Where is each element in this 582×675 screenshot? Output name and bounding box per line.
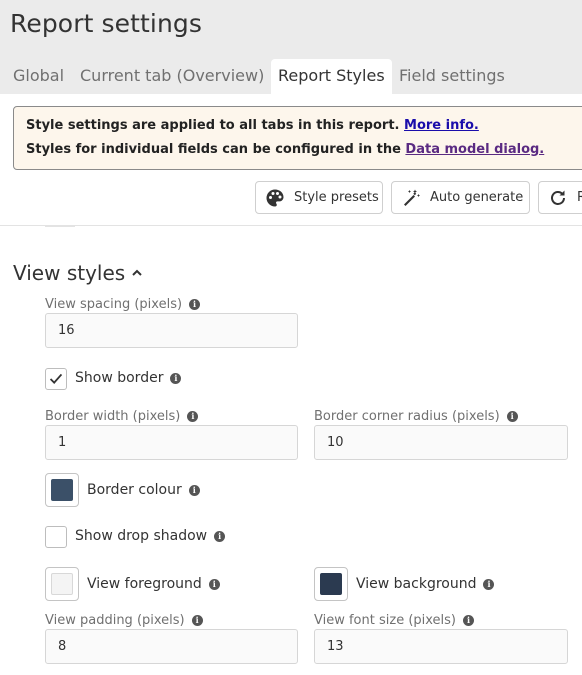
view-styles-title: View styles xyxy=(13,261,126,285)
divider-stub xyxy=(45,224,75,227)
info-icon[interactable]: i xyxy=(170,372,182,384)
reset-button[interactable]: R xyxy=(538,181,582,214)
palette-icon xyxy=(266,189,284,206)
border-width-label: Border width (pixels) i xyxy=(45,409,199,424)
auto-generate-button[interactable]: Auto generate xyxy=(391,181,530,214)
view-font-size-input[interactable]: 13 xyxy=(314,629,568,664)
more-info-link[interactable]: More info. xyxy=(404,118,479,133)
check-icon xyxy=(49,373,63,384)
info-icon[interactable]: i xyxy=(189,299,201,310)
show-drop-shadow-checkbox[interactable] xyxy=(45,526,67,548)
view-foreground-fill xyxy=(51,573,73,595)
info-line-2: Styles for individual fields can be conf… xyxy=(26,142,545,157)
view-background-label: View background i xyxy=(356,576,495,592)
header: Report settings Global Current tab (Over… xyxy=(0,0,582,94)
style-presets-button[interactable]: Style presets xyxy=(255,181,383,214)
border-radius-input[interactable]: 10 xyxy=(314,425,568,460)
view-font-size-label: View font size (pixels) i xyxy=(314,613,475,628)
info-icon[interactable]: i xyxy=(208,578,220,590)
divider xyxy=(0,225,582,226)
view-spacing-label: View spacing (pixels) i xyxy=(45,297,201,312)
chevron-up-icon xyxy=(132,269,142,276)
info-line-1: Style settings are applied to all tabs i… xyxy=(26,118,479,133)
tab-report-styles[interactable]: Report Styles xyxy=(271,59,392,94)
view-padding-label: View padding (pixels) i xyxy=(45,613,203,628)
info-icon[interactable]: i xyxy=(187,411,199,422)
style-presets-label: Style presets xyxy=(294,190,379,205)
view-foreground-swatch[interactable] xyxy=(45,567,79,601)
info-icon[interactable]: i xyxy=(483,578,495,590)
auto-generate-label: Auto generate xyxy=(430,190,524,205)
info-icon[interactable]: i xyxy=(214,530,226,542)
info-icon[interactable]: i xyxy=(506,411,518,422)
data-model-dialog-link[interactable]: Data model dialog. xyxy=(405,142,544,157)
show-border-checkbox[interactable] xyxy=(45,368,67,390)
border-width-input[interactable]: 1 xyxy=(45,425,298,460)
show-border-label: Show border i xyxy=(75,370,182,386)
border-radius-label: Border corner radius (pixels) i xyxy=(314,409,518,424)
border-colour-swatch[interactable] xyxy=(45,473,79,507)
magic-wand-icon xyxy=(404,189,420,206)
info-banner: Style settings are applied to all tabs i… xyxy=(13,106,582,170)
tab-current-tab[interactable]: Current tab (Overview) xyxy=(80,59,264,94)
view-background-swatch[interactable] xyxy=(314,567,348,601)
show-drop-shadow-label: Show drop shadow i xyxy=(75,528,226,544)
border-colour-label: Border colour i xyxy=(87,482,200,498)
view-foreground-label: View foreground i xyxy=(87,576,220,592)
view-background-fill xyxy=(320,573,342,595)
view-padding-input[interactable]: 8 xyxy=(45,629,298,664)
view-styles-header[interactable]: View styles xyxy=(13,261,143,285)
tab-global[interactable]: Global xyxy=(13,59,64,94)
tab-field-settings[interactable]: Field settings xyxy=(399,59,505,94)
info-icon[interactable]: i xyxy=(191,615,203,626)
reset-label: R xyxy=(577,190,582,205)
refresh-icon xyxy=(551,190,565,205)
border-colour-fill xyxy=(51,479,73,501)
page-title: Report settings xyxy=(10,9,203,38)
info-icon[interactable]: i xyxy=(188,484,200,496)
info-icon[interactable]: i xyxy=(463,615,475,626)
view-spacing-input[interactable]: 16 xyxy=(45,313,298,348)
